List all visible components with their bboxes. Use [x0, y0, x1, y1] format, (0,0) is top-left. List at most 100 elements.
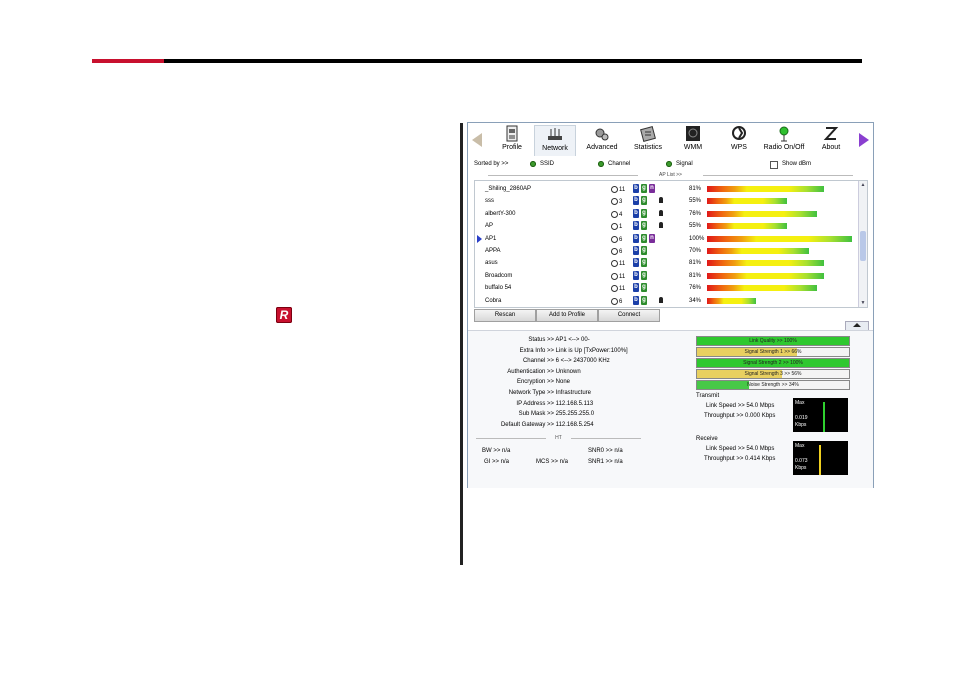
receive-graph-line: [819, 445, 821, 475]
ap-list-row[interactable]: _Shiling_2860AP 11 b g n 81%: [475, 183, 859, 195]
channel-icon: [611, 272, 618, 280]
signal-bar: [707, 272, 824, 279]
tab-label: About: [821, 144, 841, 151]
ap-ssid: asus: [485, 260, 498, 267]
graph-unit: Kbps: [795, 465, 807, 471]
tab-radio-on-off[interactable]: Radio On/Off: [760, 125, 808, 155]
ap-signal: 100%: [689, 235, 705, 242]
info-key: Channel >>: [522, 358, 554, 365]
sort-signal-label: Signal: [676, 161, 693, 167]
tab-network[interactable]: Network: [534, 125, 576, 156]
ap-list-row[interactable]: Cobra 6 b g 34%: [475, 295, 859, 307]
quality-bar: Signal Strength 1 >> 66%: [696, 347, 850, 357]
ap-list-row[interactable]: buffalo 54 11 b g 76%: [475, 282, 859, 294]
tab-label: Network: [542, 145, 568, 152]
info-line: Default Gateway >> 112.168.5.254: [476, 422, 594, 428]
ap-list-row[interactable]: sss 3 b g 55%: [475, 195, 859, 207]
quality-bar: Signal Strength 2 >> 100%: [696, 358, 850, 368]
mode-b-icon: b: [633, 184, 639, 193]
info-value: 112.168.5.113: [555, 400, 594, 407]
ap-channel-value: 4: [619, 211, 623, 218]
tab-advanced[interactable]: Advanced: [584, 125, 620, 155]
ht-label: HT: [476, 435, 641, 441]
channel-icon: [611, 210, 618, 218]
tab-wmm[interactable]: WMM: [678, 125, 708, 155]
ap-channel: 11: [611, 186, 625, 193]
info-line: Sub Mask >> 255.255.255.0: [476, 411, 594, 417]
ap-list-row[interactable]: asus 11 b g 81%: [475, 257, 859, 269]
ap-list-row[interactable]: AP1 6 b g n 100%: [475, 233, 859, 245]
transmit-link-speed: Link Speed >> 54.0 Mbps: [706, 403, 775, 409]
sort-channel-radio[interactable]: [598, 161, 604, 167]
ap-list-row[interactable]: APPA 6 b g 70%: [475, 245, 859, 257]
tab-profile[interactable]: Profile: [496, 125, 528, 155]
sort-signal-radio[interactable]: [666, 161, 672, 167]
mode-g-icon: g: [641, 233, 647, 243]
ap-channel-value: 11: [619, 273, 626, 280]
info-value: 112.168.5.254: [555, 421, 594, 428]
scroll-thumb[interactable]: [860, 231, 866, 261]
ap-ssid: _Shiling_2860AP: [485, 186, 532, 192]
ap-list-scrollbar[interactable]: ▲ ▼: [858, 181, 867, 307]
quality-bar: Noise Strength >> 34%: [696, 380, 850, 390]
transmit-graph-line: [823, 402, 825, 432]
ht-snr1: SNR1 >> n/a: [588, 459, 623, 465]
mode-b-icon: b: [633, 233, 639, 243]
ap-channel-value: 11: [619, 187, 626, 194]
connect-button[interactable]: Connect: [598, 309, 660, 322]
ap-list: _Shiling_2860AP 11 b g n 81% sss 3 b g 55% albertY-…: [474, 180, 868, 308]
info-line: Encryption >> None: [476, 379, 570, 385]
mode-g-icon: g: [641, 258, 647, 268]
ap-channel-value: 11: [619, 261, 626, 268]
sort-ssid-radio[interactable]: [530, 161, 536, 167]
rescan-button[interactable]: Rescan: [474, 309, 536, 322]
ap-list-row[interactable]: AP 1 b g 55%: [475, 220, 859, 232]
signal-bar: [707, 186, 824, 192]
ap-channel: 1: [611, 223, 622, 230]
tab-statistics[interactable]: Statistics: [630, 125, 666, 155]
mode-n-icon: n: [649, 233, 655, 243]
scroll-up-icon[interactable]: ▲: [860, 182, 866, 188]
ap-signal: 81%: [689, 186, 702, 192]
signal-bar: [707, 235, 852, 242]
show-dbm-checkbox[interactable]: [770, 161, 778, 169]
info-value: 255.255.255.0: [555, 411, 595, 418]
ap-list-label: AP List >>: [468, 172, 873, 178]
info-key: Encryption >>: [516, 379, 554, 386]
info-key: Default Gateway >>: [500, 421, 554, 428]
tab-label: Radio On/Off: [763, 144, 805, 151]
network-icon: [548, 128, 562, 140]
forward-arrow-icon[interactable]: [859, 133, 869, 147]
quality-text: Signal Strength 1 >> 66%: [744, 349, 802, 355]
info-key: Status >>: [528, 337, 554, 343]
ap-ssid: Cobra: [485, 297, 502, 304]
statistics-icon: [640, 126, 656, 142]
tab-about[interactable]: About: [816, 125, 846, 155]
ap-signal: 76%: [689, 285, 702, 292]
ht-snr0: SNR0 >> n/a: [588, 448, 623, 454]
ap-channel-value: 6: [619, 249, 623, 256]
toolbar: Profile Network Advanced Statistics WMM …: [468, 123, 873, 156]
wmm-icon: [686, 126, 700, 141]
info-key: Sub Mask >>: [518, 411, 554, 418]
tab-wps[interactable]: WPS: [724, 125, 754, 155]
sort-bar: Sorted by >> SSID Channel Signal Show dB…: [468, 159, 873, 171]
scroll-down-icon[interactable]: ▼: [860, 300, 866, 306]
channel-icon: [611, 223, 618, 231]
add-to-profile-button[interactable]: Add to Profile: [536, 309, 598, 322]
signal-bar: [707, 248, 809, 254]
info-key: Extra Info >>: [519, 347, 554, 354]
mode-g-icon: g: [641, 184, 647, 193]
ap-ssid: AP: [485, 223, 494, 230]
quality-bar: Link Quality >> 100%: [696, 336, 850, 346]
quality-text: Signal Strength 3 >> 56%: [744, 371, 802, 377]
graph-value: 0.019: [795, 415, 808, 421]
channel-icon: [611, 285, 618, 293]
back-arrow-icon[interactable]: [472, 133, 482, 147]
channel-icon: [611, 235, 618, 243]
ap-list-row[interactable]: albertY-300 4 b g 76%: [475, 208, 859, 220]
mode-b-icon: b: [633, 283, 639, 293]
wireless-utility-window: Profile Network Advanced Statistics WMM …: [467, 122, 874, 488]
ap-channel-value: 11: [619, 286, 626, 293]
ap-list-row[interactable]: Broadcom 11 b g 81%: [475, 270, 859, 282]
